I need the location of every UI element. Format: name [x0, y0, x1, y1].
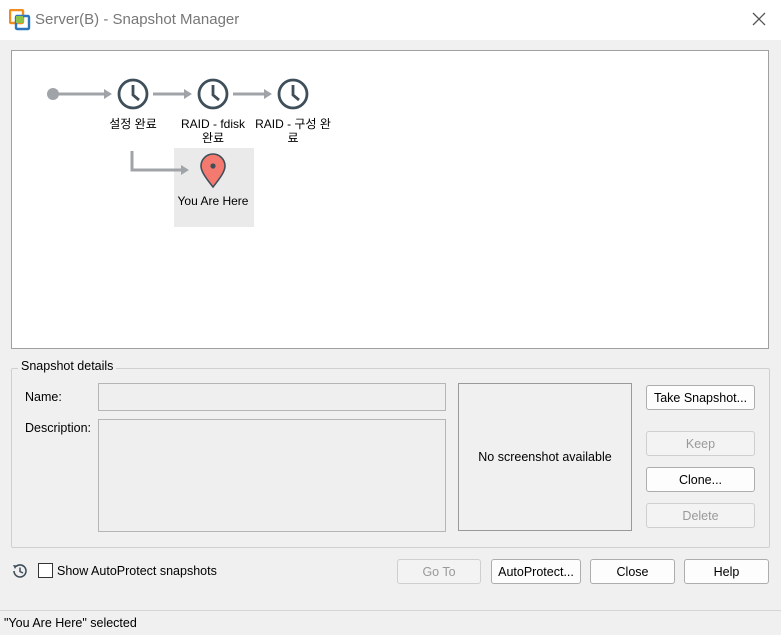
- status-text: "You Are Here" selected: [4, 616, 137, 630]
- clock-icon: [197, 78, 229, 110]
- name-field[interactable]: [98, 383, 446, 411]
- clone-button[interactable]: Clone...: [646, 467, 755, 492]
- preview-text: No screenshot available: [478, 450, 612, 464]
- snapshot-details-title: Snapshot details: [18, 359, 117, 373]
- description-label: Description:: [25, 421, 91, 435]
- screenshot-preview: No screenshot available: [458, 383, 632, 531]
- vmware-app-icon: [8, 8, 31, 31]
- name-label: Name:: [25, 390, 62, 404]
- snapshot-node-label[interactable]: RAID - fdisk 완료: [173, 117, 253, 145]
- snapshot-tree-graph: [47, 78, 309, 189]
- clock-icon: [117, 78, 149, 110]
- snapshot-tree[interactable]: 설정 완료 RAID - fdisk 완료 RAID - 구성 완 료 You …: [11, 50, 769, 349]
- snapshot-node-label[interactable]: 설정 완료: [93, 117, 173, 131]
- take-snapshot-button[interactable]: Take Snapshot...: [646, 385, 755, 410]
- go-to-button[interactable]: Go To: [397, 559, 481, 584]
- snapshot-node-label[interactable]: RAID - 구성 완 료: [253, 117, 333, 145]
- keep-button[interactable]: Keep: [646, 431, 755, 456]
- help-button[interactable]: Help: [684, 559, 769, 584]
- window-title: Server(B) - Snapshot Manager: [35, 11, 240, 28]
- autoprotect-button[interactable]: AutoProtect...: [491, 559, 581, 584]
- delete-button[interactable]: Delete: [646, 503, 755, 528]
- you-are-here-label[interactable]: You Are Here: [173, 194, 253, 208]
- location-pin-icon: [200, 153, 226, 189]
- close-window-icon[interactable]: [748, 8, 770, 30]
- clock-icon: [277, 78, 309, 110]
- show-autoprotect-checkbox[interactable]: [38, 563, 53, 578]
- history-icon: [11, 562, 29, 580]
- root-node-icon: [47, 88, 59, 100]
- show-autoprotect-label[interactable]: Show AutoProtect snapshots: [57, 564, 217, 578]
- close-button[interactable]: Close: [590, 559, 675, 584]
- description-field[interactable]: [98, 419, 446, 532]
